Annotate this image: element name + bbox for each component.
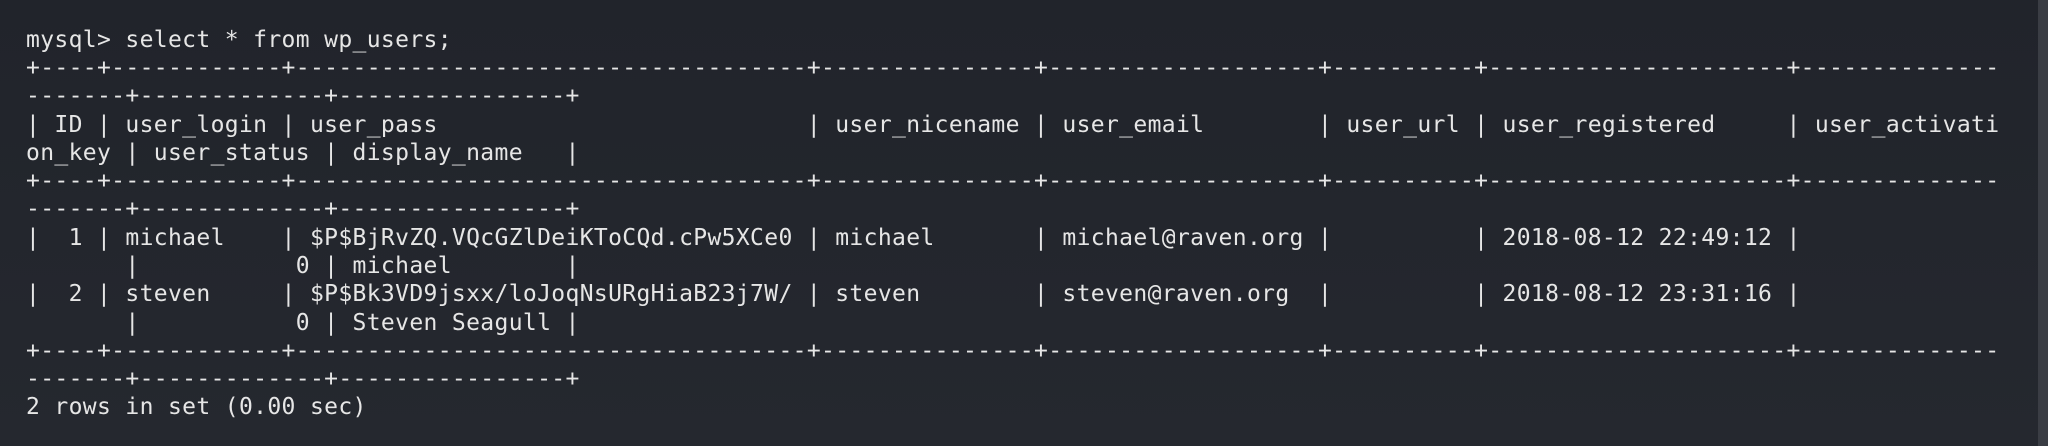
table-border-bottom-wrap: -------+-------------+----------------+	[26, 366, 580, 392]
table-header-row: | ID | user_login | user_pass | user_nic…	[26, 112, 2000, 138]
table-header-row-wrap: on_key | user_status | display_name |	[26, 140, 580, 166]
table-border-top: +----+------------+---------------------…	[26, 55, 2000, 81]
terminal-window[interactable]: mysql> select * from wp_users; +----+---…	[0, 0, 2048, 446]
table-row: | 1 | michael | $P$BjRvZQ.VQcGZlDeiKToCQ…	[26, 225, 1801, 251]
table-row-wrap: | 0 | michael |	[26, 253, 580, 279]
scrollbar-track[interactable]	[2038, 0, 2048, 446]
result-summary: 2 rows in set (0.00 sec)	[26, 394, 367, 420]
table-header-separator: +----+------------+---------------------…	[26, 168, 2000, 194]
mysql-command-line: mysql> select * from wp_users;	[26, 27, 452, 53]
table-row-wrap: | 0 | Steven Seagull |	[26, 310, 580, 336]
table-row: | 2 | steven | $P$Bk3VD9jsxx/loJoqNsURgH…	[26, 281, 1801, 307]
table-header-separator-wrap: -------+-------------+----------------+	[26, 196, 580, 222]
table-border-bottom: +----+------------+---------------------…	[26, 338, 2000, 364]
table-border-top-wrap: -------+-------------+----------------+	[26, 83, 580, 109]
